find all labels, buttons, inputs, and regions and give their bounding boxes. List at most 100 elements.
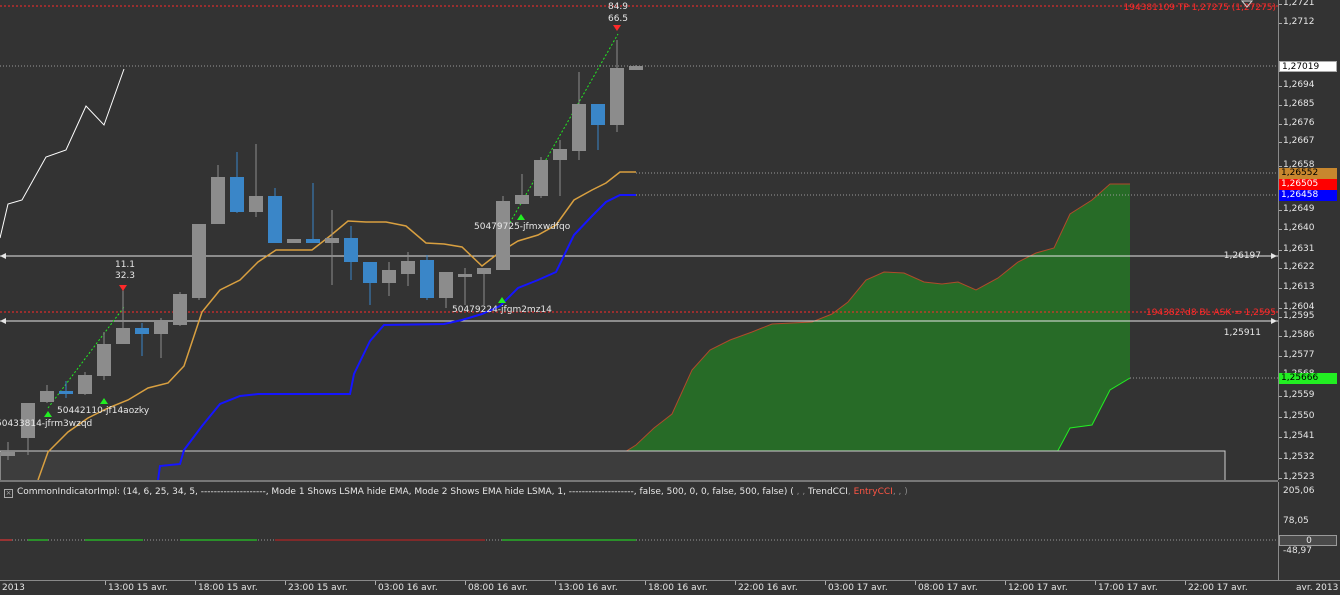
price-tag-red: 1,26505	[1279, 179, 1337, 190]
level-line-label-lower[interactable]: 1,25911	[1224, 328, 1261, 338]
candle-body[interactable]	[1, 452, 15, 456]
price-tick-mark	[1279, 308, 1282, 309]
time-tick: 22:00 16 avr.	[738, 583, 798, 593]
candle-body[interactable]	[211, 177, 225, 224]
time-tick: 03:00 17 avr.	[828, 583, 888, 593]
price-axis[interactable]: 1,2721 1,2712 1,2694 1,2685 1,2676 1,2667 1,26…	[1278, 0, 1340, 482]
price-tick: 1,2649	[1283, 204, 1315, 214]
trade-label[interactable]: 50433814-jfrm3wzqd	[0, 419, 92, 429]
time-tick-mark	[285, 581, 286, 585]
price-tick-mark	[1279, 166, 1282, 167]
indicator-axis[interactable]: 205,06 78,05 0 -48,97	[1278, 482, 1340, 580]
candle-body[interactable]	[572, 104, 586, 151]
candle-body[interactable]	[496, 201, 510, 270]
candle-body[interactable]	[420, 260, 434, 298]
price-tick-mark	[1279, 336, 1282, 337]
tp-line-label[interactable]: 194381109 TP 1,27275 (1,27275)	[1124, 3, 1277, 13]
price-tick: 1,2667	[1283, 136, 1315, 146]
cci-label-top: 11.1	[115, 260, 135, 270]
candle-body[interactable]	[325, 238, 339, 243]
level-handle-left-lower[interactable]	[0, 318, 6, 324]
time-tick: avr. 2013	[1296, 583, 1339, 593]
candle-body[interactable]	[344, 238, 358, 262]
candlesticks[interactable]	[1, 40, 643, 460]
trade-label[interactable]: 50479224-jfgm2mz14	[452, 305, 552, 315]
candle-body[interactable]	[591, 104, 605, 125]
price-tick-mark	[1279, 356, 1282, 357]
price-tag-ema: 1,26552	[1279, 168, 1337, 179]
candle-body[interactable]	[629, 66, 643, 70]
time-tick: 18:00 16 avr.	[648, 583, 708, 593]
price-tick-mark	[1279, 124, 1282, 125]
price-tick-mark	[1279, 417, 1282, 418]
candle-body[interactable]	[135, 328, 149, 334]
price-tick: 1,2640	[1283, 223, 1315, 233]
candle-body[interactable]	[477, 268, 491, 274]
main-chart-area[interactable]: 11.1 32.3 84.9 66.5 50433814-jfrm3wzqd 5…	[0, 0, 1278, 480]
level-handle-left-upper[interactable]	[0, 253, 6, 259]
candle-body[interactable]	[439, 272, 453, 298]
candle-body[interactable]	[610, 68, 624, 125]
level-line-label-upper[interactable]: 1,26197	[1224, 251, 1261, 261]
candle-body[interactable]	[268, 196, 282, 243]
ichimoku-cloud	[606, 184, 1130, 480]
time-tick: 17:00 17 avr.	[1098, 583, 1158, 593]
candle-body[interactable]	[515, 195, 529, 204]
price-tick-mark	[1279, 250, 1282, 251]
time-tick: 13:00 16 avr.	[558, 583, 618, 593]
ind-tick: -48,97	[1283, 546, 1313, 556]
candle-body[interactable]	[192, 224, 206, 298]
candle-body[interactable]	[534, 160, 548, 196]
candle-body[interactable]	[173, 294, 187, 325]
price-tick: 1,2631	[1283, 244, 1315, 254]
candle-body[interactable]	[59, 391, 73, 394]
price-tick-mark	[1279, 4, 1282, 5]
candle-body[interactable]	[382, 270, 396, 283]
time-tick-mark	[645, 581, 646, 585]
price-tick: 1,2622	[1283, 262, 1315, 272]
candle-body[interactable]	[230, 177, 244, 212]
candle-body[interactable]	[553, 149, 567, 160]
candle-body[interactable]	[249, 196, 263, 212]
price-tag-lsma: 1,26458	[1279, 190, 1337, 201]
buy-signal-marker[interactable]	[517, 214, 525, 220]
candle-body[interactable]	[363, 262, 377, 283]
level-handle-right-lower[interactable]	[1271, 318, 1277, 324]
time-tick: 23:00 15 avr.	[288, 583, 348, 593]
candle-body[interactable]	[287, 239, 301, 243]
time-tick-mark	[105, 581, 106, 585]
candle-body[interactable]	[40, 391, 54, 402]
cci-label-bottom: 32.3	[115, 271, 135, 281]
candle-body[interactable]	[97, 344, 111, 376]
time-axis[interactable]: 2013 13:00 15 avr. 18:00 15 avr. 23:00 15 a…	[0, 580, 1340, 595]
price-tick: 1,2541	[1283, 431, 1315, 441]
indicator-panel[interactable]: × CommonIndicatorImpl: (14, 6, 25, 34, 5,…	[0, 482, 1278, 580]
candle-body[interactable]	[458, 274, 472, 277]
candle-body[interactable]	[306, 239, 320, 243]
price-tick-mark	[1279, 229, 1282, 230]
candle-body[interactable]	[116, 328, 130, 344]
bl-line-label[interactable]: 194382?d8 BL ASK = 1,2595	[1146, 308, 1276, 318]
level-handle-right-upper[interactable]	[1271, 253, 1277, 259]
time-tick-mark	[735, 581, 736, 585]
sell-signal-marker[interactable]	[119, 285, 127, 291]
trade-label[interactable]: 50442110-jf14aozky	[57, 406, 150, 416]
time-tick: 13:00 15 avr.	[108, 583, 168, 593]
price-tick: 1,2532	[1283, 452, 1315, 462]
candle-body[interactable]	[154, 322, 168, 334]
candle-body[interactable]	[78, 375, 92, 394]
buy-signal-marker[interactable]	[100, 398, 108, 404]
indicator-chart[interactable]	[0, 482, 1278, 580]
sell-signal-marker[interactable]	[613, 25, 621, 31]
price-tag-current: 1,27019	[1279, 61, 1337, 72]
trade-label[interactable]: 50479725-jfmxwdfqo	[474, 222, 571, 232]
time-tick-mark	[375, 581, 376, 585]
buy-signal-marker[interactable]	[44, 411, 52, 417]
time-tick: 08:00 17 avr.	[918, 583, 978, 593]
price-tick: 1,2721	[1283, 0, 1315, 8]
candle-body[interactable]	[401, 261, 415, 274]
price-chart[interactable]: 11.1 32.3 84.9 66.5 50433814-jfrm3wzqd 5…	[0, 0, 1278, 480]
price-tick-mark	[1279, 288, 1282, 289]
time-tick-mark	[465, 581, 466, 585]
price-tick-mark	[1279, 105, 1282, 106]
